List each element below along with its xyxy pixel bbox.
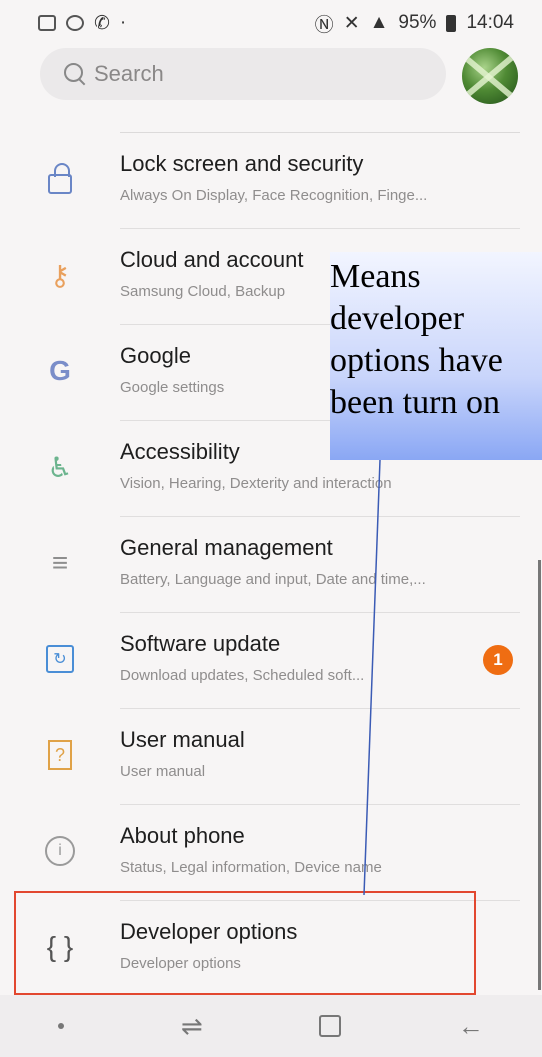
settings-item-about-phone[interactable]: i About phone Status, Legal information,…	[0, 805, 542, 901]
at-icon	[66, 15, 84, 31]
settings-item-user-manual[interactable]: ? User manual User manual	[0, 709, 542, 805]
item-subtitle: Download updates, Scheduled soft...	[120, 667, 365, 684]
item-title: Developer options	[120, 919, 298, 944]
signal-icon: ▲	[369, 12, 389, 33]
item-title: Cloud and account	[120, 247, 304, 272]
item-subtitle: Battery, Language and input, Date and ti…	[120, 571, 426, 588]
key-icon: ⚷	[49, 259, 71, 291]
battery-percent: 95%	[398, 12, 437, 33]
item-title: Google	[120, 343, 191, 368]
search-input[interactable]: Search	[40, 48, 446, 100]
phone-icon: ✆	[94, 12, 110, 34]
settings-item-software-update[interactable]: ↻ Software update Download updates, Sche…	[0, 613, 542, 709]
accessibility-icon: ♿	[47, 451, 73, 483]
mute-icon: ✕	[343, 12, 360, 34]
battery-icon	[446, 14, 457, 32]
item-title: User manual	[120, 727, 245, 752]
recents-icon[interactable]: ⇌	[181, 1011, 203, 1042]
item-title: Accessibility	[120, 439, 240, 464]
item-subtitle: Vision, Hearing, Dexterity and interacti…	[120, 475, 392, 492]
item-subtitle: Google settings	[120, 379, 225, 396]
item-subtitle: Always On Display, Face Recognition, Fin…	[120, 187, 428, 204]
avatar[interactable]	[462, 48, 518, 104]
info-icon: i	[42, 833, 78, 869]
lock-icon	[42, 161, 78, 197]
item-subtitle: Developer options	[120, 955, 241, 972]
navigation-bar: ⇌ ←	[0, 995, 542, 1057]
search-icon	[62, 61, 88, 87]
system-status: Ⓝ ✕ ▲ 95% 14:04	[315, 10, 514, 37]
gallery-icon	[38, 15, 56, 31]
settings-item-lock-screen[interactable]: Lock screen and security Always On Displ…	[0, 133, 542, 229]
scrollbar[interactable]	[538, 560, 541, 990]
clock: 14:04	[466, 12, 514, 33]
back-icon[interactable]: ←	[458, 1011, 484, 1042]
sliders-icon: ≡	[51, 547, 69, 578]
item-title: Software update	[120, 631, 281, 656]
settings-item-developer-options[interactable]: { } Developer options Developer options	[0, 901, 542, 997]
more-dot-icon: ·	[119, 12, 127, 33]
notification-icons: ✆ ·	[38, 12, 126, 35]
item-subtitle: Status, Legal information, Device name	[120, 859, 382, 876]
nfc-icon: Ⓝ	[314, 14, 334, 36]
google-icon: G	[49, 355, 71, 386]
home-icon[interactable]	[319, 1015, 342, 1037]
manual-icon: ?	[42, 737, 78, 773]
search-row: Search	[0, 46, 542, 108]
search-placeholder: Search	[94, 61, 164, 86]
annotation-callout: Means developer options have been turn o…	[330, 252, 542, 460]
status-bar: ✆ · Ⓝ ✕ ▲ 95% 14:04	[0, 0, 542, 46]
item-title: Lock screen and security	[120, 151, 364, 176]
item-subtitle: User manual	[120, 763, 206, 780]
update-icon: ↻	[42, 641, 78, 677]
item-title: About phone	[120, 823, 245, 848]
nav-dot-icon[interactable]	[58, 1023, 65, 1029]
code-braces-icon: { }	[46, 931, 74, 962]
item-title: General management	[120, 535, 333, 560]
settings-item-general-management[interactable]: ≡ General management Battery, Language a…	[0, 517, 542, 613]
update-count-badge: 1	[483, 645, 513, 675]
item-subtitle: Samsung Cloud, Backup	[120, 283, 286, 300]
